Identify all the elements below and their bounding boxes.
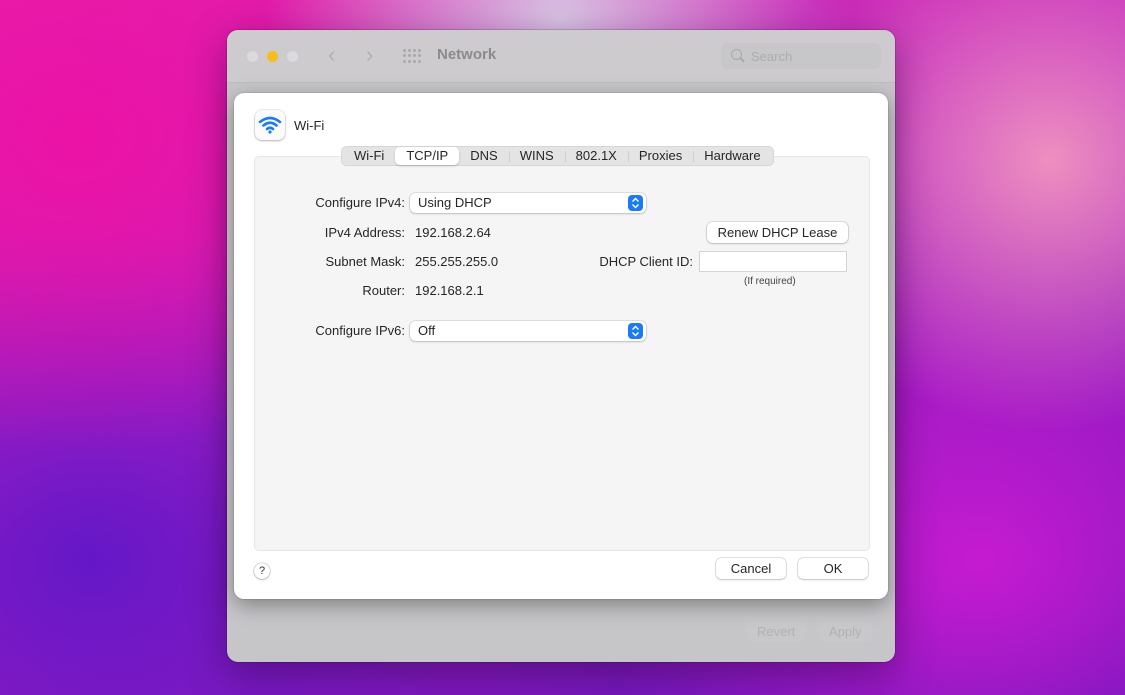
help-button[interactable]: ? <box>254 563 270 579</box>
tab-content-panel: Configure IPv4: Using DHCP IPv4 Address:… <box>254 156 870 551</box>
tab-dns[interactable]: DNS <box>459 147 508 165</box>
ipv4-address-label: IPv4 Address: <box>324 225 405 240</box>
tab-proxies[interactable]: Proxies <box>627 147 693 165</box>
subnet-mask-value: 255.255.255.0 <box>415 254 499 269</box>
configure-ipv4-value: Using DHCP <box>418 195 492 210</box>
dhcp-client-id-label: DHCP Client ID: <box>599 254 693 269</box>
minimize-button[interactable] <box>267 51 278 62</box>
close-button[interactable] <box>247 51 258 62</box>
tab-wins[interactable]: WINS <box>508 147 565 165</box>
title-bar: ‹ › Network Search <box>227 30 895 83</box>
wifi-icon <box>258 116 282 134</box>
configure-ipv6-label: Configure IPv6: <box>315 323 405 338</box>
revert-button[interactable]: Revert <box>747 622 806 642</box>
forward-chevron-icon[interactable]: › <box>366 44 373 66</box>
zoom-button[interactable] <box>287 51 298 62</box>
search-field[interactable]: Search <box>721 43 881 69</box>
cancel-button[interactable]: Cancel <box>716 558 786 579</box>
tab-8021x[interactable]: 802.1X <box>564 147 628 165</box>
ok-button[interactable]: OK <box>798 558 868 579</box>
search-placeholder: Search <box>751 49 793 64</box>
settings-tab-bar: Wi-Fi TCP/IP DNS WINS 802.1X Proxies Har… <box>341 146 774 166</box>
popup-stepper-icon <box>628 195 643 211</box>
configure-ipv6-value: Off <box>418 323 436 338</box>
show-all-grid-icon[interactable] <box>403 49 421 63</box>
dhcp-client-id-hint: (If required) <box>744 276 796 287</box>
configure-ipv4-label: Configure IPv4: <box>315 195 405 210</box>
tab-wifi[interactable]: Wi-Fi <box>343 147 395 165</box>
subnet-mask-label: Subnet Mask: <box>325 254 406 269</box>
dhcp-client-id-input[interactable] <box>699 251 847 272</box>
wifi-service-badge <box>255 110 285 140</box>
back-chevron-icon[interactable]: ‹ <box>328 44 335 66</box>
router-value: 192.168.2.1 <box>415 283 484 298</box>
ipv4-address-value: 192.168.2.64 <box>415 225 491 240</box>
router-label: Router: <box>362 283 405 298</box>
search-icon <box>731 49 742 60</box>
service-name: Wi-Fi <box>294 118 325 133</box>
apply-button[interactable]: Apply <box>819 622 872 642</box>
renew-dhcp-lease-button[interactable]: Renew DHCP Lease <box>707 222 848 243</box>
window-title: Network <box>437 46 497 63</box>
configure-ipv4-popup[interactable]: Using DHCP <box>410 193 646 213</box>
tab-hardware[interactable]: Hardware <box>693 147 771 165</box>
popup-stepper-icon <box>628 323 643 339</box>
configure-ipv6-popup[interactable]: Off <box>410 321 646 341</box>
advanced-settings-sheet: Wi-Fi Configure IPv4: Using DHCP IPv4 Ad… <box>234 93 888 599</box>
tab-tcpip[interactable]: TCP/IP <box>395 147 460 165</box>
